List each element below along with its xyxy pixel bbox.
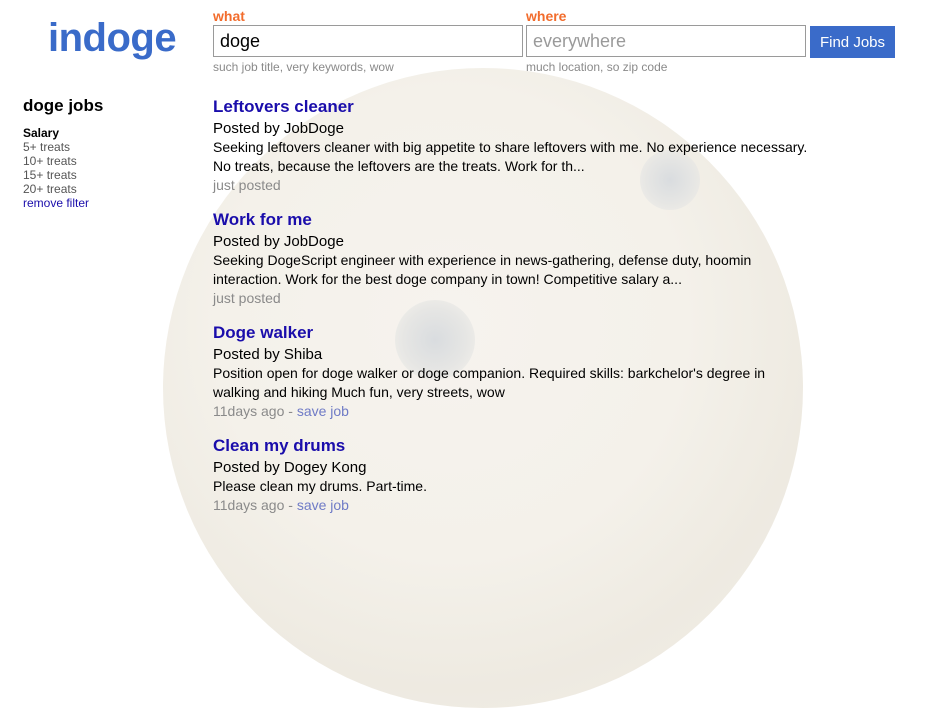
meta-separator: - (284, 497, 297, 513)
job-meta: 11days ago - save job (213, 402, 833, 421)
job-posted-time: just posted (213, 290, 281, 306)
salary-filter-10-treats[interactable]: 10+ treats (23, 154, 173, 168)
job-posted-time: 11days ago (213, 403, 285, 419)
job-listing: Clean my drums Posted by Dogey Kong Plea… (213, 435, 833, 515)
what-hint: such job title, very keywords, wow (213, 60, 394, 74)
sidebar: doge jobs Salary 5+ treats 10+ treats 15… (23, 96, 173, 210)
job-title-link[interactable]: Clean my drums (213, 435, 833, 456)
job-description: Seeking leftovers cleaner with big appet… (213, 139, 808, 174)
save-job-link[interactable]: save job (297, 497, 349, 513)
job-description: Position open for doge walker or doge co… (213, 365, 766, 400)
find-jobs-button[interactable]: Find Jobs (810, 26, 895, 58)
job-posted-time: just posted (213, 177, 281, 193)
job-title-link[interactable]: Leftovers cleaner (213, 96, 833, 117)
job-meta: just posted (213, 289, 833, 308)
job-posted-time: 11days ago (213, 497, 285, 513)
where-label: where (526, 8, 567, 24)
job-poster: Posted by Dogey Kong (213, 459, 367, 476)
what-label: what (213, 8, 245, 24)
job-meta: 11days ago - save job (213, 496, 833, 515)
job-poster: Posted by JobDoge (213, 233, 344, 250)
job-description: Seeking DogeScript engineer with experie… (213, 252, 752, 287)
job-description: Please clean my drums. Part-time. (213, 478, 427, 494)
job-listing: Leftovers cleaner Posted by JobDoge Seek… (213, 96, 833, 195)
where-hint: much location, so zip code (526, 60, 668, 74)
sidebar-title: doge jobs (23, 96, 104, 115)
job-results: Leftovers cleaner Posted by JobDoge Seek… (213, 96, 833, 529)
where-input[interactable] (526, 25, 806, 57)
job-meta: just posted (213, 176, 833, 195)
job-poster: Posted by JobDoge (213, 120, 344, 137)
salary-filter-heading: Salary (23, 126, 60, 140)
job-title-link[interactable]: Doge walker (213, 322, 833, 343)
salary-filter-20-treats[interactable]: 20+ treats (23, 182, 173, 196)
meta-separator: - (284, 403, 297, 419)
job-poster: Posted by Shiba (213, 346, 323, 363)
job-listing: Work for me Posted by JobDoge Seeking Do… (213, 209, 833, 308)
save-job-link[interactable]: save job (297, 403, 349, 419)
salary-filter-5-treats[interactable]: 5+ treats (23, 140, 173, 154)
site-logo[interactable]: indoge (48, 16, 177, 61)
salary-filter-15-treats[interactable]: 15+ treats (23, 168, 173, 182)
remove-filter-link[interactable]: remove filter (23, 196, 173, 210)
what-input[interactable] (213, 25, 523, 57)
job-title-link[interactable]: Work for me (213, 209, 833, 230)
job-listing: Doge walker Posted by Shiba Position ope… (213, 322, 833, 421)
